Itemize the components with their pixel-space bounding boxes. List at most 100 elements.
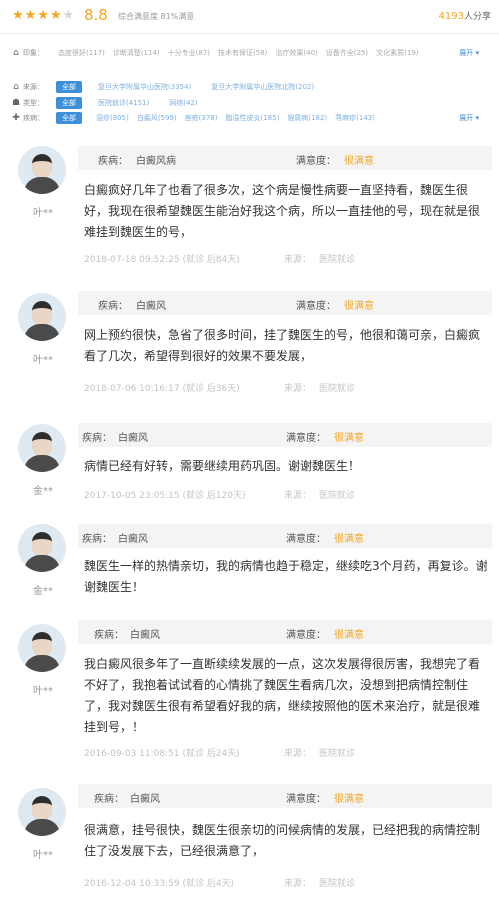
filter-tag[interactable]: 医院就诊(4151) xyxy=(96,98,151,108)
filter-tag-all[interactable]: 全部 xyxy=(56,111,82,124)
filter-row-disease: ✚ 疾病： 全部 湿疹(805) 白癜风(599) 痤疮(378) 脂溢性皮炎(… xyxy=(0,110,499,125)
filter-tag[interactable]: 设备齐全(25) xyxy=(324,48,370,58)
avatar xyxy=(18,624,66,672)
filter-row-type: ☗ 类型： 全部 医院就诊(4151) 网络(42) xyxy=(0,95,499,110)
type-tags: 全部 医院就诊(4151) 网络(42) xyxy=(56,96,204,109)
review-meta: 疾病： 白癜风 满意度： 很满意 xyxy=(78,423,492,447)
filter-tag[interactable]: 技术有保证(58) xyxy=(216,48,269,58)
reviewer-name: 叶** xyxy=(33,850,53,861)
satisfaction-value: 很满意 xyxy=(334,433,364,444)
filter-tag[interactable]: 网络(42) xyxy=(167,98,199,108)
review-text: 白癜疯好几年了也看了很多次，这个病是慢性病要一直坚持看，魏医生很好，我现在很希望… xyxy=(84,183,481,239)
review-date: 2018-07-18 09:52:25 (就诊 后84天) xyxy=(84,255,240,265)
reviewer: 叶** xyxy=(18,788,68,861)
filter-tag[interactable]: 白癜风(599) xyxy=(135,113,179,123)
avatar xyxy=(18,788,66,836)
home-icon: ⌂ xyxy=(13,81,19,92)
avatar xyxy=(18,146,66,194)
reviewer: 叶** xyxy=(18,293,68,366)
pill-icon: ✚ xyxy=(12,112,20,123)
disease-value: 白癜风病 xyxy=(136,156,176,167)
review-text: 病情已经有好转，需要继续用药巩固。谢谢魏医生！ xyxy=(84,459,361,473)
avatar xyxy=(18,524,66,572)
person-icon: ☗ xyxy=(11,97,21,108)
review-meta: 疾病： 白癜风 满意度： 很满意 xyxy=(78,784,492,808)
review-source: 来源： 医院就诊 xyxy=(284,255,356,265)
filter-tag[interactable]: 态度很好(117) xyxy=(56,48,107,58)
filter-tag[interactable]: 治疗效果(40) xyxy=(273,48,319,58)
filter-tag[interactable]: 文化素质(19) xyxy=(374,48,420,58)
reviewer-name: 叶** xyxy=(33,686,53,697)
review-footer: 2017-10-05 23:05:15 (就诊 后120天) 来源： 医院就诊 xyxy=(84,488,355,501)
filter-tag[interactable]: 痤疮(378) xyxy=(183,113,220,123)
filter-tag-all[interactable]: 全部 xyxy=(56,96,82,109)
reviewer: 金** xyxy=(18,524,68,597)
filter-tag[interactable]: 荨麻疹(143) xyxy=(333,113,377,123)
disease-value: 白癜风 xyxy=(130,794,160,805)
reviewer: 金** xyxy=(18,424,68,497)
avatar xyxy=(18,293,66,341)
satisfaction-value: 很满意 xyxy=(344,301,374,312)
disease-value: 白癜风 xyxy=(130,630,160,641)
expand-link[interactable]: 展开 ▾ xyxy=(459,113,479,123)
avatar xyxy=(18,424,66,472)
filter-tag[interactable]: 诊断清楚(114) xyxy=(111,48,162,58)
reviewer-name: 叶** xyxy=(33,208,53,219)
satisfaction-value: 很满意 xyxy=(334,630,364,641)
review-text: 魏医生一样的热情亲切，我的病情也趋于稳定，继续吃3个月药，再复诊。谢谢魏医生！ xyxy=(84,559,488,594)
filter-row-impression: ⌂ 印象： 态度很好(117) 诊断清楚(114) 十分专业(87) 技术有保证… xyxy=(0,45,499,60)
reviewer: 叶** xyxy=(18,146,68,219)
share-count-suffix: 人分享 xyxy=(463,12,491,22)
review-meta: 疾病： 白癜风 满意度： 很满意 xyxy=(78,620,492,644)
disease-value: 白癜风 xyxy=(118,534,148,545)
expand-link[interactable]: 展开 ▾ xyxy=(459,48,479,58)
review-text: 很满意，挂号很快，魏医生很亲切的问候病情的发展，已经把我的病情控制住了没发展下去… xyxy=(84,823,481,858)
review-footer: 2016-09-03 11:08:51 (就诊 后24天) 来源： 医院就诊 xyxy=(84,746,355,759)
disease-label: 疾病： xyxy=(98,301,128,312)
source-tags: 全部 复旦大学附属华山医院(3354) 复旦大学附属华山医院北院(202) xyxy=(56,80,320,93)
satisfaction-label: 满意度： xyxy=(286,794,326,805)
filter-label-source: 来源： xyxy=(23,82,44,91)
satisfaction-summary: 综合满意度 81%满意 xyxy=(118,12,195,21)
review-source: 来源： 医院就诊 xyxy=(284,384,356,394)
reviewer: 叶** xyxy=(18,624,68,697)
review-source: 来源： 医院就诊 xyxy=(284,491,356,501)
share-count-number: 4193 xyxy=(438,11,464,22)
disease-value: 白癜风 xyxy=(118,433,148,444)
reviewer-name: 金** xyxy=(33,586,53,597)
filter-tag-all[interactable]: 全部 xyxy=(56,80,82,93)
filter-tag[interactable]: 脂溢性皮炎(185) xyxy=(223,113,281,123)
filter-tag[interactable]: 复旦大学附属华山医院北院(202) xyxy=(209,82,316,92)
disease-label: 疾病： xyxy=(98,156,128,167)
disease-value: 白癜风 xyxy=(136,301,166,312)
satisfaction-label: 满意度： xyxy=(296,301,336,312)
disease-tags: 全部 湿疹(805) 白癜风(599) 痤疮(378) 脂溢性皮炎(185) 银… xyxy=(56,111,381,124)
filter-label-disease: 疾病： xyxy=(23,113,44,122)
rating-stars: ★★★★★ xyxy=(12,8,75,23)
filter-tag[interactable]: 复旦大学附属华山医院(3354) xyxy=(96,82,193,92)
filter-row-source: ⌂ 来源： 全部 复旦大学附属华山医院(3354) 复旦大学附属华山医院北院(2… xyxy=(0,79,499,94)
disease-label: 疾病： xyxy=(82,534,112,545)
satisfaction-value: 很满意 xyxy=(334,794,364,805)
review-date: 2016-12-04 10:33:59 (就诊 后4天) xyxy=(84,879,235,889)
review-meta: 疾病： 白癜风 满意度： 很满意 xyxy=(78,291,492,315)
satisfaction-value: 很满意 xyxy=(344,156,374,167)
reviewer-name: 金** xyxy=(33,486,53,497)
review-meta: 疾病： 白癜风病 满意度： 很满意 xyxy=(78,146,492,170)
filter-tag[interactable]: 湿疹(805) xyxy=(94,113,131,123)
share-count: 4193人分享 xyxy=(439,9,491,22)
filter-tag[interactable]: 银屑病(182) xyxy=(285,113,329,123)
review-date: 2017-10-05 23:05:15 (就诊 后120天) xyxy=(84,491,246,501)
review-text: 网上预约很快，急省了很多时间，挂了魏医生的号，他很和蔼可亲，白癜疯看了几次，希望… xyxy=(84,328,481,363)
satisfaction-label: 满意度： xyxy=(296,156,336,167)
review-text: 我白癜风很多年了一直断续续发展的一点，这次发展得很厉害，我想完了看不好了，我抱着… xyxy=(84,657,481,734)
satisfaction-label: 满意度： xyxy=(286,630,326,641)
disease-label: 疾病： xyxy=(82,433,112,444)
review-footer: 2018-07-18 09:52:25 (就诊 后84天) 来源： 医院就诊 xyxy=(84,252,355,265)
disease-label: 疾病： xyxy=(94,630,124,641)
review-meta: 疾病： 白癜风 满意度： 很满意 xyxy=(78,524,492,548)
satisfaction-label: 满意度： xyxy=(286,433,326,444)
filter-tag[interactable]: 十分专业(87) xyxy=(166,48,212,58)
review-source: 来源： 医院就诊 xyxy=(284,749,356,759)
disease-label: 疾病： xyxy=(94,794,124,805)
